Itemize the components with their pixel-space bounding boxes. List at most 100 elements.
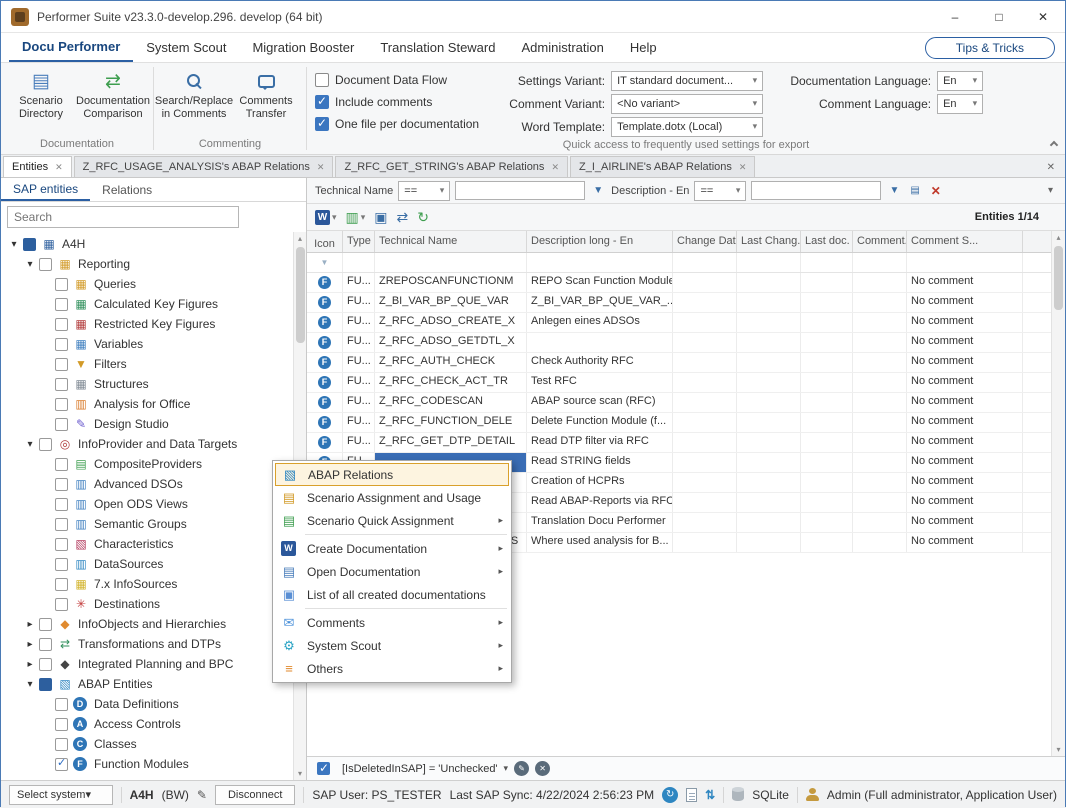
menu-tab-translation-steward[interactable]: Translation Steward bbox=[367, 33, 508, 62]
close-button[interactable]: ✕ bbox=[1021, 1, 1065, 32]
menu-item-create-documentation[interactable]: W Create Documentation ▸ bbox=[275, 537, 509, 560]
tree-checkbox[interactable] bbox=[23, 238, 36, 251]
tree-item[interactable]: ▼ Filters bbox=[1, 354, 293, 374]
compare-button[interactable]: ⇄ bbox=[397, 209, 409, 226]
tree-expander-icon[interactable] bbox=[23, 659, 37, 670]
tree-item[interactable]: ▥ Advanced DSOs bbox=[1, 474, 293, 494]
tab-sap-entities[interactable]: SAP entities bbox=[1, 178, 90, 201]
scroll-down-icon[interactable]: ▾ bbox=[1056, 743, 1060, 756]
table-row[interactable]: F FU... Z_RFC_AUTH_CHECK Check Authority… bbox=[307, 353, 1065, 373]
tree-item[interactable]: ▦ A4H bbox=[1, 234, 293, 254]
menu-tab-migration-booster[interactable]: Migration Booster bbox=[239, 33, 367, 62]
sync-refresh-icon[interactable]: ↻ bbox=[662, 787, 678, 803]
tree-item[interactable]: ▦ Structures bbox=[1, 374, 293, 394]
tree-expander-icon[interactable] bbox=[23, 439, 37, 450]
tree-checkbox[interactable] bbox=[39, 678, 52, 691]
tree-checkbox[interactable] bbox=[55, 698, 68, 711]
tree-item[interactable]: ▦ Variables bbox=[1, 334, 293, 354]
clear-filter-icon[interactable]: ✕ bbox=[928, 184, 944, 198]
column-header-type[interactable]: Type bbox=[343, 231, 375, 252]
checkbox-document-data-flow[interactable]: Document Data Flow bbox=[315, 69, 479, 91]
tree-item[interactable]: ✳ Destinations bbox=[1, 594, 293, 614]
filter-grid-icon[interactable]: ▤ bbox=[907, 185, 922, 196]
menu-tab-system-scout[interactable]: System Scout bbox=[133, 33, 239, 62]
footer-filter-checkbox[interactable] bbox=[317, 762, 330, 775]
menu-tab-help[interactable]: Help bbox=[617, 33, 670, 62]
create-documentation-button[interactable]: W ▾ bbox=[315, 210, 337, 225]
table-row[interactable]: F FU... Z_RFC_CODESCAN ABAP source scan … bbox=[307, 393, 1065, 413]
tab-z-rfc-get-string[interactable]: Z_RFC_GET_STRING's ABAP Relations ✕ bbox=[335, 156, 568, 177]
table-row[interactable]: F FU... Z_RFC_CHECK_ACT_TR Test RFC No c… bbox=[307, 373, 1065, 393]
tree-item[interactable]: ◎ InfoProvider and Data Targets bbox=[1, 434, 293, 454]
menu-item-system-scout[interactable]: ⚙ System Scout ▸ bbox=[275, 634, 509, 657]
table-row[interactable]: F FU... Z_RFC_ADSO_GETDTL_X No comment bbox=[307, 333, 1065, 353]
table-row[interactable]: F FU... ZREPOSCANFUNCTIONM REPO Scan Fun… bbox=[307, 273, 1065, 293]
tree-checkbox[interactable] bbox=[55, 538, 68, 551]
scroll-down-icon[interactable]: ▾ bbox=[298, 767, 302, 780]
close-tabstrip-icon[interactable]: ✕ bbox=[1047, 162, 1055, 173]
auto-filter-row[interactable]: ▼ bbox=[307, 253, 1065, 273]
tree-checkbox[interactable] bbox=[55, 558, 68, 571]
menu-tab-docu-performer[interactable]: Docu Performer bbox=[9, 33, 133, 62]
column-header-last-changed[interactable]: Last Chang... bbox=[737, 231, 801, 252]
documentation-language-combo[interactable]: En ▾ bbox=[937, 71, 983, 91]
close-tab-icon[interactable]: ✕ bbox=[55, 162, 63, 173]
footer-filter-dropdown-icon[interactable]: ▾ bbox=[504, 763, 509, 774]
column-header-description[interactable]: Description long - En bbox=[527, 231, 673, 252]
tree-checkbox[interactable] bbox=[39, 638, 52, 651]
documentation-comparison-button[interactable]: ⇄ Documentation Comparison bbox=[77, 66, 149, 124]
maximize-button[interactable]: □ bbox=[977, 1, 1021, 32]
scroll-up-icon[interactable]: ▴ bbox=[298, 232, 302, 245]
tree-item[interactable]: ▧ ABAP Entities bbox=[1, 674, 293, 694]
refresh-button[interactable]: ↻ bbox=[417, 209, 429, 226]
transfer-icon[interactable]: ⇅ bbox=[705, 788, 715, 802]
tree-checkbox[interactable] bbox=[55, 598, 68, 611]
column-header-comment[interactable]: Comment... bbox=[853, 231, 907, 252]
close-tab-icon[interactable]: ✕ bbox=[739, 162, 747, 173]
minimize-button[interactable]: – bbox=[933, 1, 977, 32]
tree-checkbox[interactable] bbox=[55, 498, 68, 511]
tree-item[interactable]: ▦ Queries bbox=[1, 274, 293, 294]
edit-filter-button[interactable]: ✎ bbox=[514, 761, 529, 776]
tree-checkbox[interactable] bbox=[55, 518, 68, 531]
menu-item-abap-relations[interactable]: ▧ ABAP Relations bbox=[275, 463, 509, 486]
tree-checkbox[interactable] bbox=[39, 438, 52, 451]
tree-checkbox[interactable] bbox=[39, 618, 52, 631]
table-row[interactable]: F FU... Z_BI_VAR_BP_QUE_VAR Z_BI_VAR_BP_… bbox=[307, 293, 1065, 313]
menu-item-list-of-all-created-documentations[interactable]: ▣ List of all created documentations bbox=[275, 583, 509, 606]
tree-item[interactable]: A Access Controls bbox=[1, 714, 293, 734]
tree-item[interactable]: F Function Modules bbox=[1, 754, 293, 774]
menu-item-scenario-quick-assignment[interactable]: ▤ Scenario Quick Assignment ▸ bbox=[275, 509, 509, 532]
tree-checkbox[interactable] bbox=[55, 738, 68, 751]
tree-checkbox[interactable] bbox=[39, 658, 52, 671]
tree-item[interactable]: ▦ Reporting bbox=[1, 254, 293, 274]
tree-item[interactable]: ▦ Calculated Key Figures bbox=[1, 294, 293, 314]
description-filter-input[interactable] bbox=[751, 181, 881, 200]
tree-item[interactable]: ✎ Design Studio bbox=[1, 414, 293, 434]
tree-checkbox[interactable] bbox=[55, 758, 68, 771]
document-icon[interactable] bbox=[686, 788, 697, 802]
tree-expander-icon[interactable] bbox=[23, 679, 37, 690]
scenario-directory-button[interactable]: ▤ Scenario Directory bbox=[5, 66, 77, 124]
menu-item-comments[interactable]: ✉ Comments ▸ bbox=[275, 611, 509, 634]
menu-item-scenario-assignment-and-usage[interactable]: ▤ Scenario Assignment and Usage bbox=[275, 486, 509, 509]
column-header-change-date[interactable]: Change Date bbox=[673, 231, 737, 252]
word-template-combo[interactable]: Template.dotx (Local) ▾ bbox=[611, 117, 763, 137]
tree-checkbox[interactable] bbox=[55, 378, 68, 391]
tree-item[interactable]: ▥ Open ODS Views bbox=[1, 494, 293, 514]
search-replace-comments-button[interactable]: Search/Replace in Comments bbox=[158, 66, 230, 124]
tab-z-i-airline[interactable]: Z_I_AIRLINE's ABAP Relations ✕ bbox=[570, 156, 755, 177]
column-header-icon[interactable]: Icon bbox=[307, 231, 343, 252]
tab-z-rfc-usage-analysis[interactable]: Z_RFC_USAGE_ANALYSIS's ABAP Relations ✕ bbox=[74, 156, 334, 177]
filter-options-chevron-icon[interactable]: ▾ bbox=[1048, 185, 1057, 196]
search-input[interactable] bbox=[7, 206, 239, 228]
table-scrollbar[interactable]: ▴ ▾ bbox=[1051, 231, 1065, 756]
tree-item[interactable]: ▥ Analysis for Office bbox=[1, 394, 293, 414]
comment-language-combo[interactable]: En ▾ bbox=[937, 94, 983, 114]
technical-name-operator-combo[interactable]: == ▾ bbox=[398, 181, 450, 201]
checkbox-include-comments[interactable]: Include comments bbox=[315, 91, 479, 113]
tree-item[interactable]: C Classes bbox=[1, 734, 293, 754]
tree-item[interactable]: ▥ DataSources bbox=[1, 554, 293, 574]
table-row[interactable]: F FU... Z_RFC_ADSO_CREATE_X Anlegen eine… bbox=[307, 313, 1065, 333]
tree-expander-icon[interactable] bbox=[7, 239, 21, 250]
